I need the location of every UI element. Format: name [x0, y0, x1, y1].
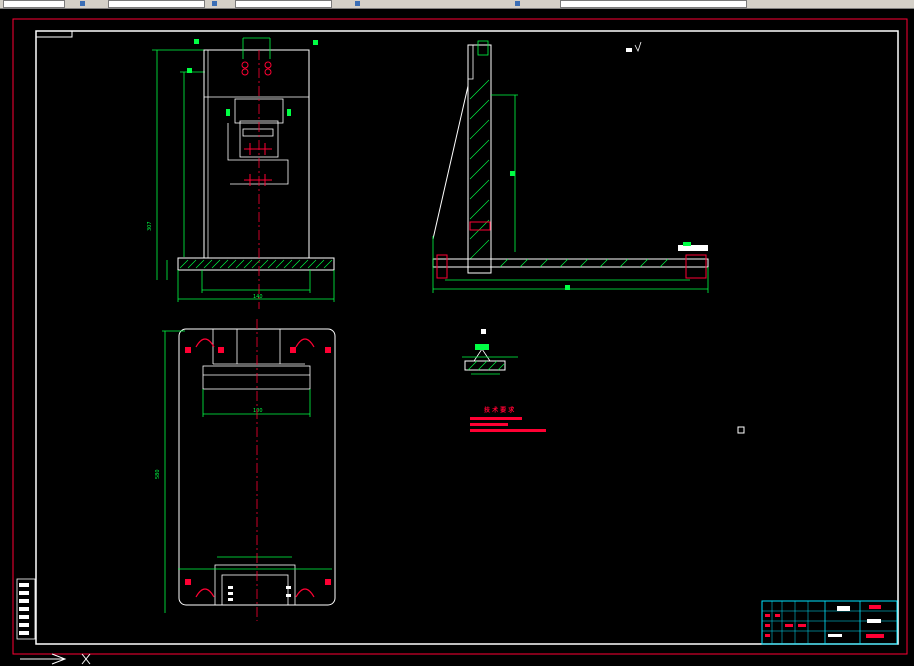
detail-view [462, 329, 518, 375]
front-view: 140 307 [147, 37, 335, 309]
drawing-code-box [36, 31, 73, 38]
top-view: 100 580 [155, 319, 336, 621]
side-section-view [432, 40, 709, 293]
dim-label-inner-width: 100 [253, 408, 263, 414]
ucs-icon [20, 653, 91, 665]
title-block [761, 600, 898, 645]
top-toolbar [0, 0, 914, 9]
revision-strip [16, 578, 36, 640]
technical-requirements: 技 术 要 求 [470, 406, 546, 432]
dim-label-length: 580 [155, 469, 161, 479]
pickbox-cursor [737, 426, 745, 434]
color-dropdown[interactable] [560, 0, 747, 8]
properties-icon[interactable] [212, 1, 217, 6]
dim-label-height: 307 [147, 221, 153, 231]
roughness-symbol [626, 48, 632, 52]
tech-req-title: 技 术 要 求 [484, 406, 515, 414]
lineweight-dropdown[interactable] [235, 0, 332, 8]
drawing-canvas[interactable]: 140 307 100 580 技 术 要 求 [0, 9, 914, 666]
sheet-outer-border [12, 18, 908, 655]
layer-dropdown[interactable] [3, 0, 65, 8]
match-icon[interactable] [355, 1, 360, 6]
dim-label-width: 140 [253, 294, 263, 300]
linetype-dropdown[interactable] [108, 0, 205, 8]
layer-icon[interactable] [80, 1, 85, 6]
plot-style-icon[interactable] [515, 1, 520, 6]
